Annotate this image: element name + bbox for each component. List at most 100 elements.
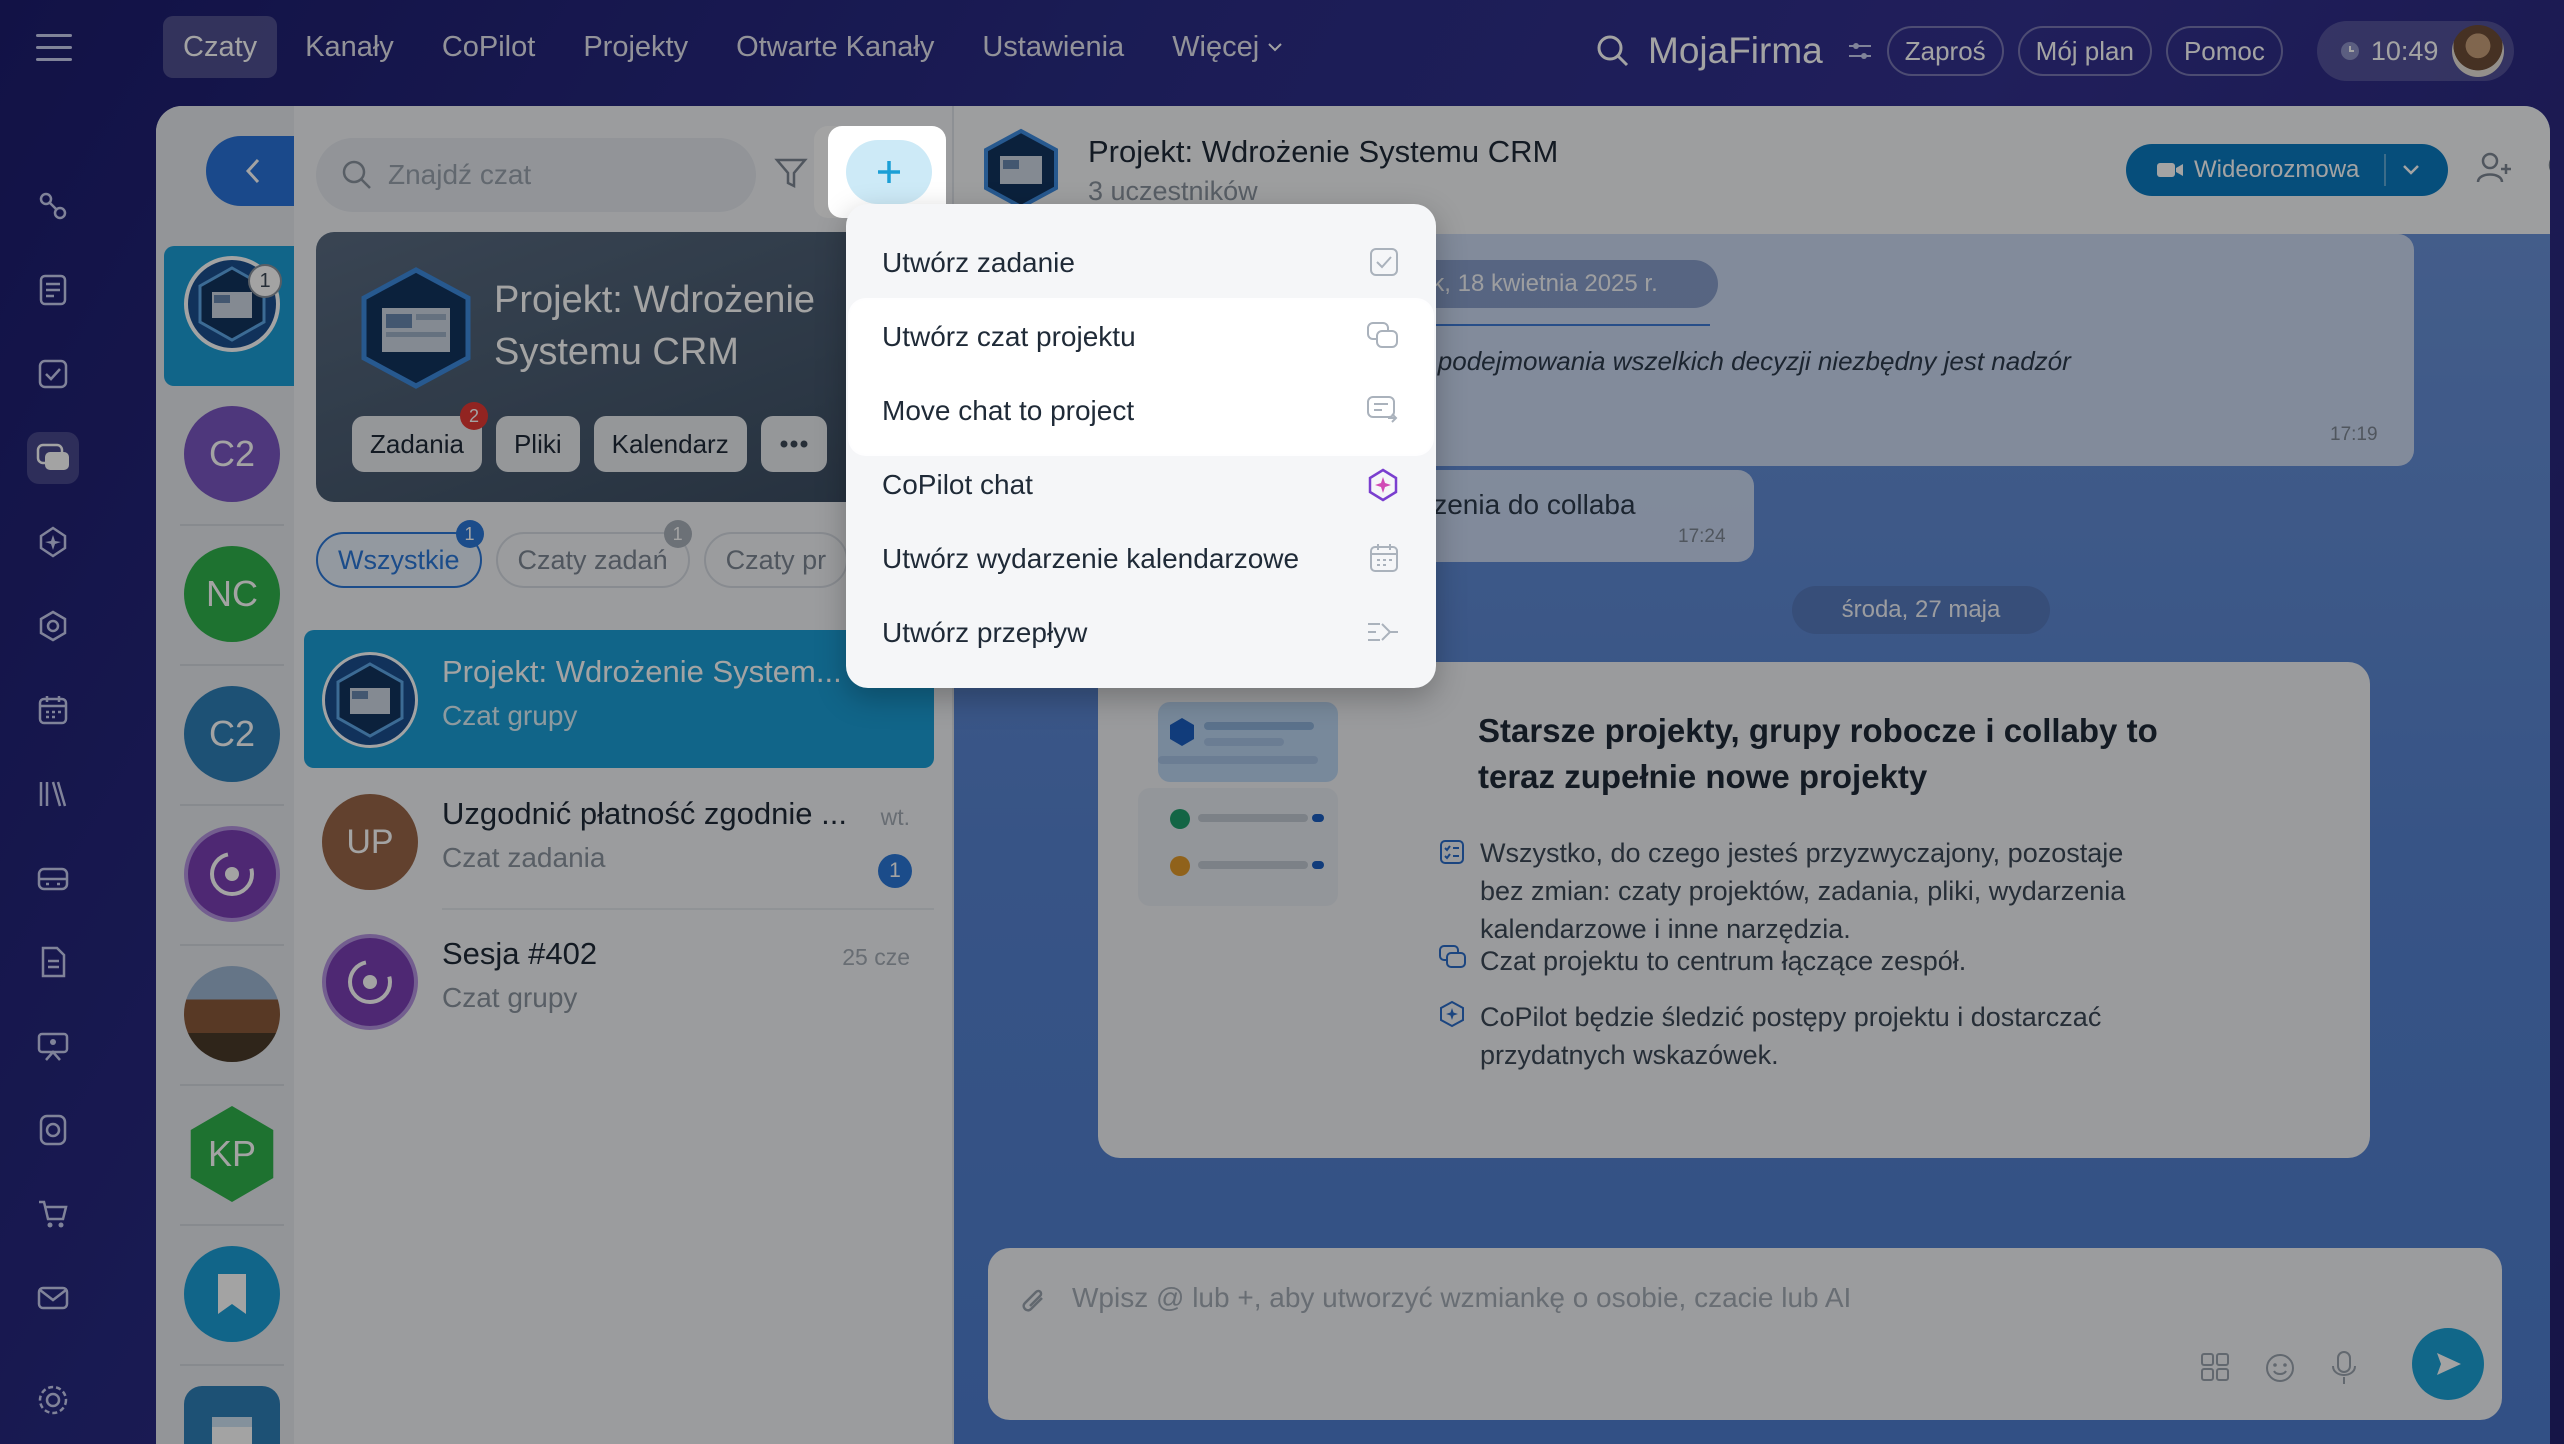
- tasks-icon[interactable]: [27, 348, 79, 400]
- chevron-down-icon[interactable]: [2402, 164, 2420, 176]
- bookmark-icon: [218, 1274, 246, 1314]
- chat-bubbles-icon: [1366, 320, 1400, 352]
- participants-count[interactable]: 3 uczestników: [1088, 176, 1258, 207]
- composer-placeholder: Wpisz @ lub +, aby utworzyć wzmiankę o o…: [1072, 1282, 1852, 1313]
- chat-type: Czat grupy: [442, 982, 578, 1013]
- left-icon-rail: [0, 110, 100, 1444]
- nav-tab-open-channels[interactable]: Otwarte Kanały: [716, 16, 954, 78]
- move-chat-icon: [1366, 394, 1400, 428]
- add-user-icon[interactable]: [2476, 150, 2512, 186]
- recent-avatar-c2-second[interactable]: C2: [184, 686, 280, 782]
- shop-icon[interactable]: [27, 1188, 79, 1240]
- recent-avatar-bookmarks[interactable]: [184, 1246, 280, 1342]
- collab-icon[interactable]: [27, 180, 79, 232]
- invite-button[interactable]: Zaproś: [1886, 26, 2004, 76]
- nav-more-label: Więcej: [1172, 30, 1260, 63]
- menu-item-create-task[interactable]: Utwórz zadanie: [846, 226, 1436, 300]
- sliders-icon[interactable]: [1847, 40, 1873, 62]
- documents-icon[interactable]: [27, 936, 79, 988]
- project-title: Projekt: Wdrożenie Systemu CRM: [494, 279, 816, 373]
- message-composer[interactable]: Wpisz @ lub +, aby utworzyć wzmiankę o o…: [988, 1248, 2502, 1420]
- recent-avatar-kp[interactable]: KP: [190, 1106, 274, 1202]
- project-more-button[interactable]: [760, 416, 827, 472]
- nav-tab-settings[interactable]: Ustawienia: [962, 16, 1144, 78]
- menu-item-create-flow[interactable]: Utwórz przepływ: [846, 596, 1436, 670]
- chat-name: Sesja #402: [442, 936, 598, 971]
- unread-badge: 1: [878, 854, 912, 888]
- project-files-button[interactable]: Pliki: [495, 416, 580, 472]
- video-call-button[interactable]: Wideorozmowa: [2126, 144, 2448, 196]
- chat-list-item[interactable]: Sesja #402 Czat grupy 25 cze: [304, 912, 934, 1050]
- menu-item-label: Utwórz wydarzenie kalendarzowe: [882, 543, 1300, 574]
- chat-list-item[interactable]: Projekt: Wdrożenie System... Czat grupy: [304, 630, 934, 768]
- chat-icon[interactable]: [27, 432, 79, 484]
- settings-icon[interactable]: [27, 1374, 79, 1426]
- chat-title[interactable]: Projekt: Wdrożenie Systemu CRM: [1088, 134, 1558, 170]
- apps-grid-icon[interactable]: [2200, 1352, 2230, 1382]
- menu-item-copilot-chat[interactable]: CoPilot chat: [846, 448, 1436, 522]
- menu-item-create-event[interactable]: Utwórz wydarzenie kalendarzowe: [846, 522, 1436, 596]
- clock-widget[interactable]: 10:49: [2316, 21, 2515, 81]
- nav-tab-more[interactable]: Więcej: [1152, 16, 1303, 78]
- info-card-line: Czat projektu to centrum łączące zespół.: [1480, 946, 1967, 976]
- copilot-icon[interactable]: [27, 516, 79, 568]
- menu-item-create-project-chat[interactable]: Utwórz czat projektu: [846, 300, 1436, 374]
- menu-item-label: CoPilot chat: [882, 469, 1033, 500]
- separator: [180, 1084, 284, 1086]
- send-button[interactable]: [2412, 1328, 2484, 1400]
- emoji-icon[interactable]: [2264, 1352, 2296, 1384]
- filter-all[interactable]: Wszystkie 1: [316, 520, 484, 588]
- help-button[interactable]: Pomoc: [2165, 26, 2283, 76]
- my-plan-button[interactable]: Mój plan: [2017, 26, 2152, 76]
- date-separator: środa, 27 maja: [1792, 586, 2050, 634]
- create-menu: Utwórz zadanie Utwórz czat projektu Move…: [846, 204, 1436, 688]
- chat-header-avatar[interactable]: [980, 128, 1062, 210]
- info-card-title: Starsze projekty, grupy robocze i collab…: [1478, 712, 2158, 795]
- crm-icon[interactable]: [27, 852, 79, 904]
- project-card[interactable]: Projekt: Wdrożenie Systemu CRM Zadania 2 …: [316, 232, 876, 502]
- user-avatar[interactable]: [2452, 25, 2505, 77]
- chat-avatar: [322, 652, 418, 748]
- chat-list-item[interactable]: UP Uzgodnić płatność zgodnie ... Czat za…: [304, 772, 934, 910]
- project-tasks-button[interactable]: Zadania 2: [352, 402, 488, 472]
- training-icon[interactable]: [27, 1020, 79, 1072]
- create-button-active[interactable]: [846, 140, 932, 204]
- menu-item-move-chat[interactable]: Move chat to project: [846, 374, 1436, 448]
- microphone-icon[interactable]: [2330, 1350, 2358, 1386]
- mail-icon[interactable]: [27, 1272, 79, 1324]
- recent-avatar-c2[interactable]: C2: [184, 406, 280, 502]
- knowledge-icon[interactable]: [27, 768, 79, 820]
- filter-icon[interactable]: [774, 156, 808, 190]
- video-camera-icon: [2156, 160, 2184, 180]
- feed-icon[interactable]: [27, 264, 79, 316]
- filter-task-chats-badge: 1: [663, 520, 692, 548]
- nav-tab-copilot[interactable]: CoPilot: [422, 16, 556, 78]
- copilot-icon: [1438, 1000, 1466, 1028]
- search-icon[interactable]: [1596, 34, 1630, 68]
- recent-avatar-photo[interactable]: [184, 966, 280, 1062]
- project-logo-icon: [354, 266, 478, 390]
- more-dots-icon: [780, 440, 808, 448]
- nav-tab-projects[interactable]: Projekty: [563, 16, 708, 78]
- search-input[interactable]: Znajdź czat: [316, 138, 756, 212]
- filter-task-chats[interactable]: Czaty zadań 1: [495, 520, 692, 588]
- recent-avatar-nc[interactable]: NC: [184, 546, 280, 642]
- menu-icon[interactable]: [32, 30, 76, 66]
- recent-avatar-calendar[interactable]: [184, 1386, 280, 1444]
- search-icon[interactable]: [2546, 150, 2550, 186]
- calendar-icon[interactable]: [27, 684, 79, 736]
- menu-item-label: Utwórz zadanie: [882, 247, 1075, 278]
- copilot-icon: [1366, 468, 1400, 502]
- filter-project-chats[interactable]: Czaty pr: [703, 532, 849, 588]
- separator: [180, 664, 284, 666]
- nav-tab-channels[interactable]: Kanały: [285, 16, 414, 78]
- plus-icon: [878, 161, 900, 183]
- chat-type: Czat zadania: [442, 842, 606, 873]
- collapse-button[interactable]: [206, 136, 296, 206]
- project-calendar-button[interactable]: Kalendarz: [593, 416, 747, 472]
- nav-tab-chats[interactable]: Czaty: [163, 16, 278, 78]
- automation-icon[interactable]: [27, 1104, 79, 1156]
- attachment-icon[interactable]: [1018, 1284, 1048, 1316]
- sites-icon[interactable]: [27, 600, 79, 652]
- recent-avatar-copilot[interactable]: [184, 826, 280, 922]
